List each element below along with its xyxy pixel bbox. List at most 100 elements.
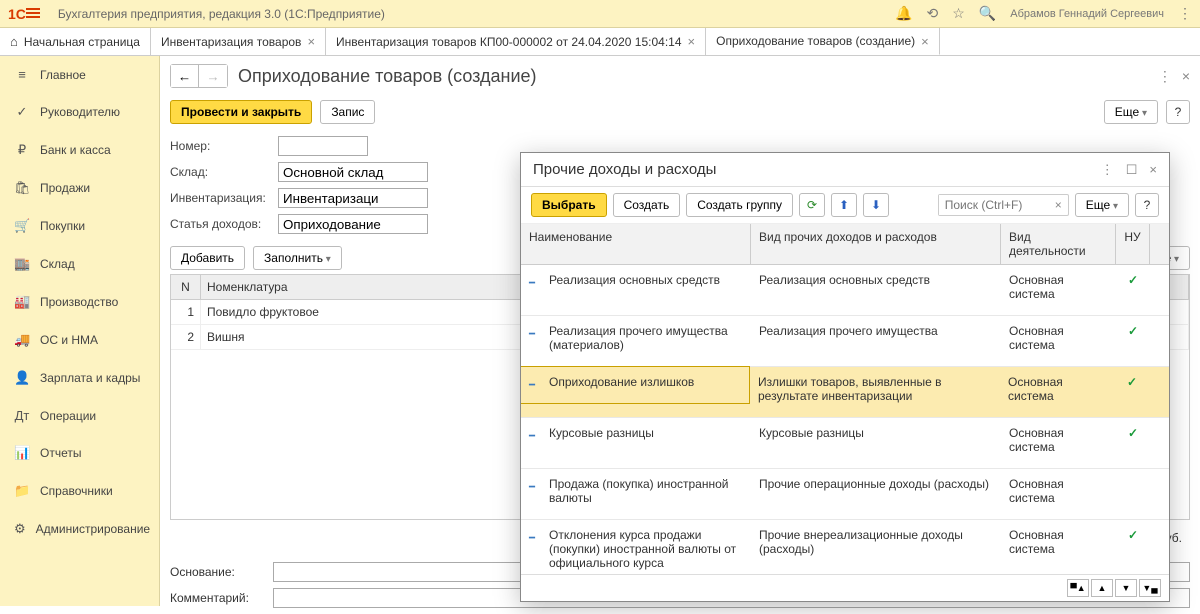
- item-type: Курсовые разницы: [751, 418, 1001, 454]
- page-title: Оприходование товаров (создание): [238, 66, 537, 87]
- item-icon: [529, 275, 543, 287]
- list-item[interactable]: Реализация прочего имущества (материалов…: [521, 316, 1169, 367]
- commit-close-button[interactable]: Провести и закрыть: [170, 100, 312, 124]
- modal-maximize-icon[interactable]: ☐: [1126, 162, 1138, 178]
- forward-button[interactable]: →: [199, 65, 227, 87]
- list-item[interactable]: Курсовые разницы Курсовые разницы Основн…: [521, 418, 1169, 469]
- nav-icon: 🏭: [14, 294, 30, 310]
- tab-close-icon[interactable]: ×: [307, 34, 315, 49]
- topbar: 1C Бухгалтерия предприятия, редакция 3.0…: [0, 0, 1200, 28]
- income-article-input[interactable]: [278, 214, 428, 234]
- home-tab[interactable]: ⌂ Начальная страница: [0, 28, 151, 55]
- nav-label: Зарплата и кадры: [40, 371, 140, 385]
- item-icon: [529, 479, 543, 491]
- bell-icon[interactable]: 🔔: [895, 5, 912, 22]
- modal-close-icon[interactable]: ×: [1149, 162, 1157, 178]
- search-icon[interactable]: 🔍: [979, 5, 996, 22]
- create-group-button[interactable]: Создать группу: [686, 193, 793, 217]
- nav-label: Операции: [40, 409, 96, 423]
- select-button[interactable]: Выбрать: [531, 193, 607, 217]
- nav-arrows: ← →: [170, 64, 228, 88]
- tab[interactable]: Оприходование товаров (создание) ×: [706, 28, 940, 55]
- item-type: Реализация прочего имущества: [751, 316, 1001, 352]
- item-icon: [529, 326, 543, 338]
- col-type-header[interactable]: Вид прочих доходов и расходов: [751, 224, 1001, 264]
- scroll-top-icon[interactable]: ▀▲: [1067, 579, 1089, 597]
- left-nav: ≡Главное✓Руководителю₽Банк и касса🛍Прода…: [0, 56, 160, 606]
- tab[interactable]: Инвентаризация товаров КП00-000002 от 24…: [326, 28, 706, 55]
- write-button[interactable]: Запис: [320, 100, 375, 124]
- sidebar-item[interactable]: 👤Зарплата и кадры: [0, 359, 159, 397]
- list-item[interactable]: Реализация основных средств Реализация о…: [521, 265, 1169, 316]
- scroll-up-icon[interactable]: ▲: [1091, 579, 1113, 597]
- sidebar-item[interactable]: 🚚ОС и НМА: [0, 321, 159, 359]
- sidebar-item[interactable]: 📁Справочники: [0, 472, 159, 510]
- create-button[interactable]: Создать: [613, 193, 681, 217]
- refresh-icon[interactable]: ⟳: [799, 193, 825, 217]
- tab-close-icon[interactable]: ×: [921, 34, 929, 49]
- item-activity: Основная система: [1001, 316, 1116, 366]
- nav-icon: ₽: [14, 142, 30, 158]
- warehouse-input[interactable]: [278, 162, 428, 182]
- add-button[interactable]: Добавить: [170, 246, 245, 270]
- modal-more-button[interactable]: Еще: [1075, 193, 1129, 217]
- scroll-bottom-icon[interactable]: ▼▄: [1139, 579, 1161, 597]
- move-up-icon[interactable]: ⬆: [831, 193, 857, 217]
- sidebar-item[interactable]: ≡Главное: [0, 56, 159, 93]
- number-input[interactable]: [278, 136, 368, 156]
- page-menu-icon[interactable]: ⋮: [1158, 68, 1172, 85]
- scroll-down-icon[interactable]: ▼: [1115, 579, 1137, 597]
- fill-button[interactable]: Заполнить: [253, 246, 342, 270]
- back-button[interactable]: ←: [171, 65, 199, 87]
- inventory-input[interactable]: [278, 188, 428, 208]
- app-logo: 1C: [8, 6, 50, 22]
- list-item[interactable]: Оприходование излишков Излишки товаров, …: [521, 367, 1169, 418]
- tab[interactable]: Инвентаризация товаров×: [151, 28, 326, 55]
- list-item[interactable]: Продажа (покупка) иностранной валюты Про…: [521, 469, 1169, 520]
- move-down-icon[interactable]: ⬇: [863, 193, 889, 217]
- nav-icon: 🏬: [14, 256, 30, 272]
- col-n-header[interactable]: N: [171, 275, 201, 299]
- nav-label: Отчеты: [40, 446, 81, 460]
- item-activity: Основная система: [1001, 469, 1116, 519]
- nav-label: Продажи: [40, 181, 90, 195]
- sidebar-item[interactable]: 🛒Покупки: [0, 207, 159, 245]
- user-name[interactable]: Абрамов Геннадий Сергеевич: [1010, 8, 1164, 20]
- col-name-header[interactable]: Наименование: [521, 224, 751, 264]
- history-icon[interactable]: ⟲: [927, 5, 939, 22]
- more-button[interactable]: Еще: [1104, 100, 1158, 124]
- nav-label: Покупки: [40, 219, 85, 233]
- sidebar-item[interactable]: 🏬Склад: [0, 245, 159, 283]
- modal-menu-icon[interactable]: ⋮: [1101, 162, 1114, 178]
- search-input[interactable]: [939, 195, 1049, 215]
- page-close-icon[interactable]: ×: [1182, 68, 1190, 85]
- sidebar-item[interactable]: ₽Банк и касса: [0, 131, 159, 169]
- nav-label: Руководителю: [40, 105, 120, 119]
- clear-search-icon[interactable]: ×: [1049, 198, 1068, 212]
- help-button[interactable]: ?: [1166, 100, 1190, 124]
- item-nu: [1116, 469, 1150, 491]
- sidebar-item[interactable]: ✓Руководителю: [0, 93, 159, 131]
- item-name: Отклонения курса продажи (покупки) иност…: [549, 528, 743, 570]
- overflow-icon[interactable]: ⋮: [1178, 5, 1192, 22]
- tab-label: Оприходование товаров (создание): [716, 34, 915, 48]
- modal-title: Прочие доходы и расходы: [533, 161, 716, 178]
- modal-help-button[interactable]: ?: [1135, 193, 1159, 217]
- sidebar-item[interactable]: 🏭Производство: [0, 283, 159, 321]
- tab-close-icon[interactable]: ×: [688, 34, 696, 49]
- warehouse-label: Склад:: [170, 165, 270, 179]
- menu-icon[interactable]: [26, 8, 40, 20]
- col-nu-header[interactable]: НУ: [1116, 224, 1150, 264]
- sidebar-item[interactable]: ⚙Администрирование: [0, 510, 159, 548]
- col-activity-header[interactable]: Вид деятельности: [1001, 224, 1116, 264]
- sidebar-item[interactable]: ДтОперации: [0, 397, 159, 434]
- item-name: Реализация прочего имущества (материалов…: [549, 324, 743, 352]
- star-icon[interactable]: ☆: [952, 5, 965, 22]
- income-article-label: Статья доходов:: [170, 217, 270, 231]
- list-item[interactable]: Отклонения курса продажи (покупки) иност…: [521, 520, 1169, 574]
- nav-icon: 📊: [14, 445, 30, 461]
- nav-label: Справочники: [40, 484, 113, 498]
- sidebar-item[interactable]: 🛍Продажи: [0, 169, 159, 207]
- sidebar-item[interactable]: 📊 Отчеты: [0, 434, 159, 472]
- nav-label: ОС и НМА: [40, 333, 98, 347]
